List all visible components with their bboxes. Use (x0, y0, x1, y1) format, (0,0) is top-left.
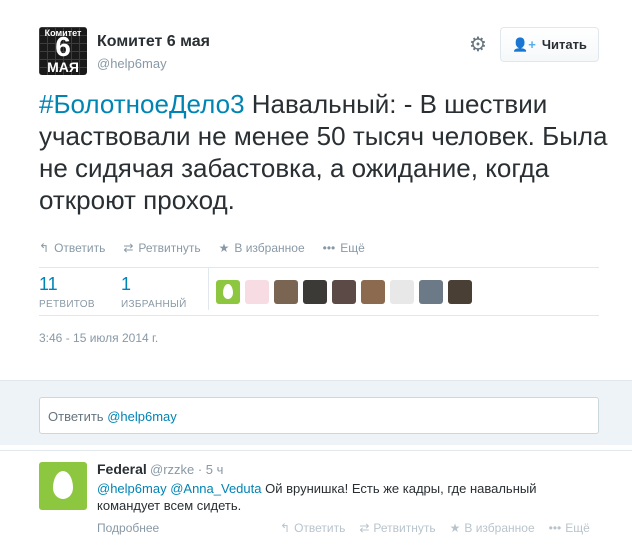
favorites-count: 1 (121, 274, 132, 294)
follow-button[interactable]: 👤+ Читать (500, 27, 599, 62)
author-name[interactable]: Комитет 6 мая (97, 33, 210, 51)
reply-text: @help6may @Anna_Veduta Ой врунишка! Есть… (97, 480, 597, 514)
reply-retweet-label: Ретвитнуть (373, 521, 436, 535)
favoriter-avatar[interactable] (390, 280, 414, 304)
reply-avatar[interactable] (39, 462, 87, 510)
more-icon: ••• (322, 241, 336, 255)
retweet-action-label: Ретвитнуть (138, 241, 201, 255)
gear-icon[interactable]: ⚙ (467, 34, 489, 56)
reply-actions: ↰ Ответить ⇄ Ретвитнуть ★ В избранное ••… (280, 521, 590, 535)
favorite-action-label: В избранное (234, 241, 305, 255)
favoriter-avatar[interactable] (419, 280, 443, 304)
favoriter-avatar[interactable] (274, 280, 298, 304)
retweets-stat[interactable]: 11 РЕТВИТОВ (39, 274, 95, 310)
egg-icon (223, 284, 233, 299)
more-action[interactable]: ••• Ещё (323, 241, 365, 255)
stats-bottom-divider (39, 315, 599, 316)
reply-action-label: Ответить (54, 241, 106, 255)
add-user-icon: 👤+ (512, 36, 536, 52)
retweet-icon: ⇄ (123, 241, 134, 255)
reply-reply-action[interactable]: ↰ Ответить (280, 521, 345, 535)
reply-tweet: Federal @rzzke · 5 ч @help6may @Anna_Ved… (0, 450, 632, 545)
favoriter-avatar[interactable] (448, 280, 472, 304)
reply-favorite-label: В избранное (464, 521, 535, 535)
reply-author-name[interactable]: Federal (97, 461, 147, 477)
tweet-timestamp[interactable]: 3:46 - 15 июля 2014 г. (39, 331, 158, 345)
reply-action[interactable]: ↰ Ответить (39, 241, 105, 255)
reply-area: Ответить @help6may (0, 380, 632, 445)
reply-more-action[interactable]: ••• Ещё (549, 521, 590, 535)
reply-author-handle[interactable]: @rzzke · 5 ч (150, 462, 223, 477)
hashtag-link[interactable]: #БолотноеДело3 (39, 89, 245, 119)
egg-icon (53, 471, 73, 499)
reply-mention-2[interactable]: @Anna_Veduta (170, 481, 261, 496)
reply-mention-1[interactable]: @help6may (97, 481, 167, 496)
tweet-actions: ↰ Ответить ⇄ Ретвитнуть ★ В избранное ••… (39, 241, 365, 255)
favoriter-avatars (216, 280, 472, 304)
stats-separator (208, 268, 209, 310)
avatar-bottom-text: МАЯ (47, 59, 79, 75)
favorite-action[interactable]: ★ В избранное (219, 241, 305, 255)
reply-reply-label: Ответить (294, 521, 346, 535)
reply-input[interactable]: Ответить @help6may (39, 397, 599, 434)
star-icon: ★ (218, 241, 230, 255)
author-handle[interactable]: @help6may (97, 56, 167, 71)
stats-top-divider (39, 267, 599, 268)
author-avatar[interactable]: Комитет 6 МАЯ (39, 27, 87, 75)
retweets-label: РЕТВИТОВ (39, 299, 95, 310)
more-icon: ••• (548, 521, 562, 535)
star-icon: ★ (449, 521, 461, 535)
retweet-action[interactable]: ⇄ Ретвитнуть (123, 241, 200, 255)
retweet-icon: ⇄ (359, 521, 370, 535)
favoriter-avatar[interactable] (332, 280, 356, 304)
favoriter-avatar[interactable] (245, 280, 269, 304)
favorites-stat[interactable]: 1 ИЗБРАННЫЙ (121, 274, 187, 310)
tweet-text: #БолотноеДело3 Навальный: - В шествии уч… (39, 88, 609, 216)
reply-favorite-action[interactable]: ★ В избранное (450, 521, 535, 535)
reply-input-mention: @help6may (107, 409, 177, 424)
follow-button-label: Читать (541, 37, 587, 52)
reply-input-prefix: Ответить (48, 409, 108, 424)
reply-more-link[interactable]: Подробнее (97, 521, 159, 535)
reply-icon: ↰ (280, 521, 291, 535)
avatar-number: 6 (55, 31, 71, 62)
reply-more-action-label: Ещё (565, 521, 590, 535)
favoriter-avatar[interactable] (303, 280, 327, 304)
favoriter-avatar[interactable] (361, 280, 385, 304)
retweets-count: 11 (39, 274, 58, 294)
favorites-label: ИЗБРАННЫЙ (121, 299, 187, 310)
favoriter-avatar[interactable] (216, 280, 240, 304)
reply-retweet-action[interactable]: ⇄ Ретвитнуть (359, 521, 435, 535)
reply-icon: ↰ (39, 241, 50, 255)
more-action-label: Ещё (340, 241, 365, 255)
main-tweet: Комитет 6 МАЯ Комитет 6 мая @help6may ⚙ … (0, 0, 632, 380)
